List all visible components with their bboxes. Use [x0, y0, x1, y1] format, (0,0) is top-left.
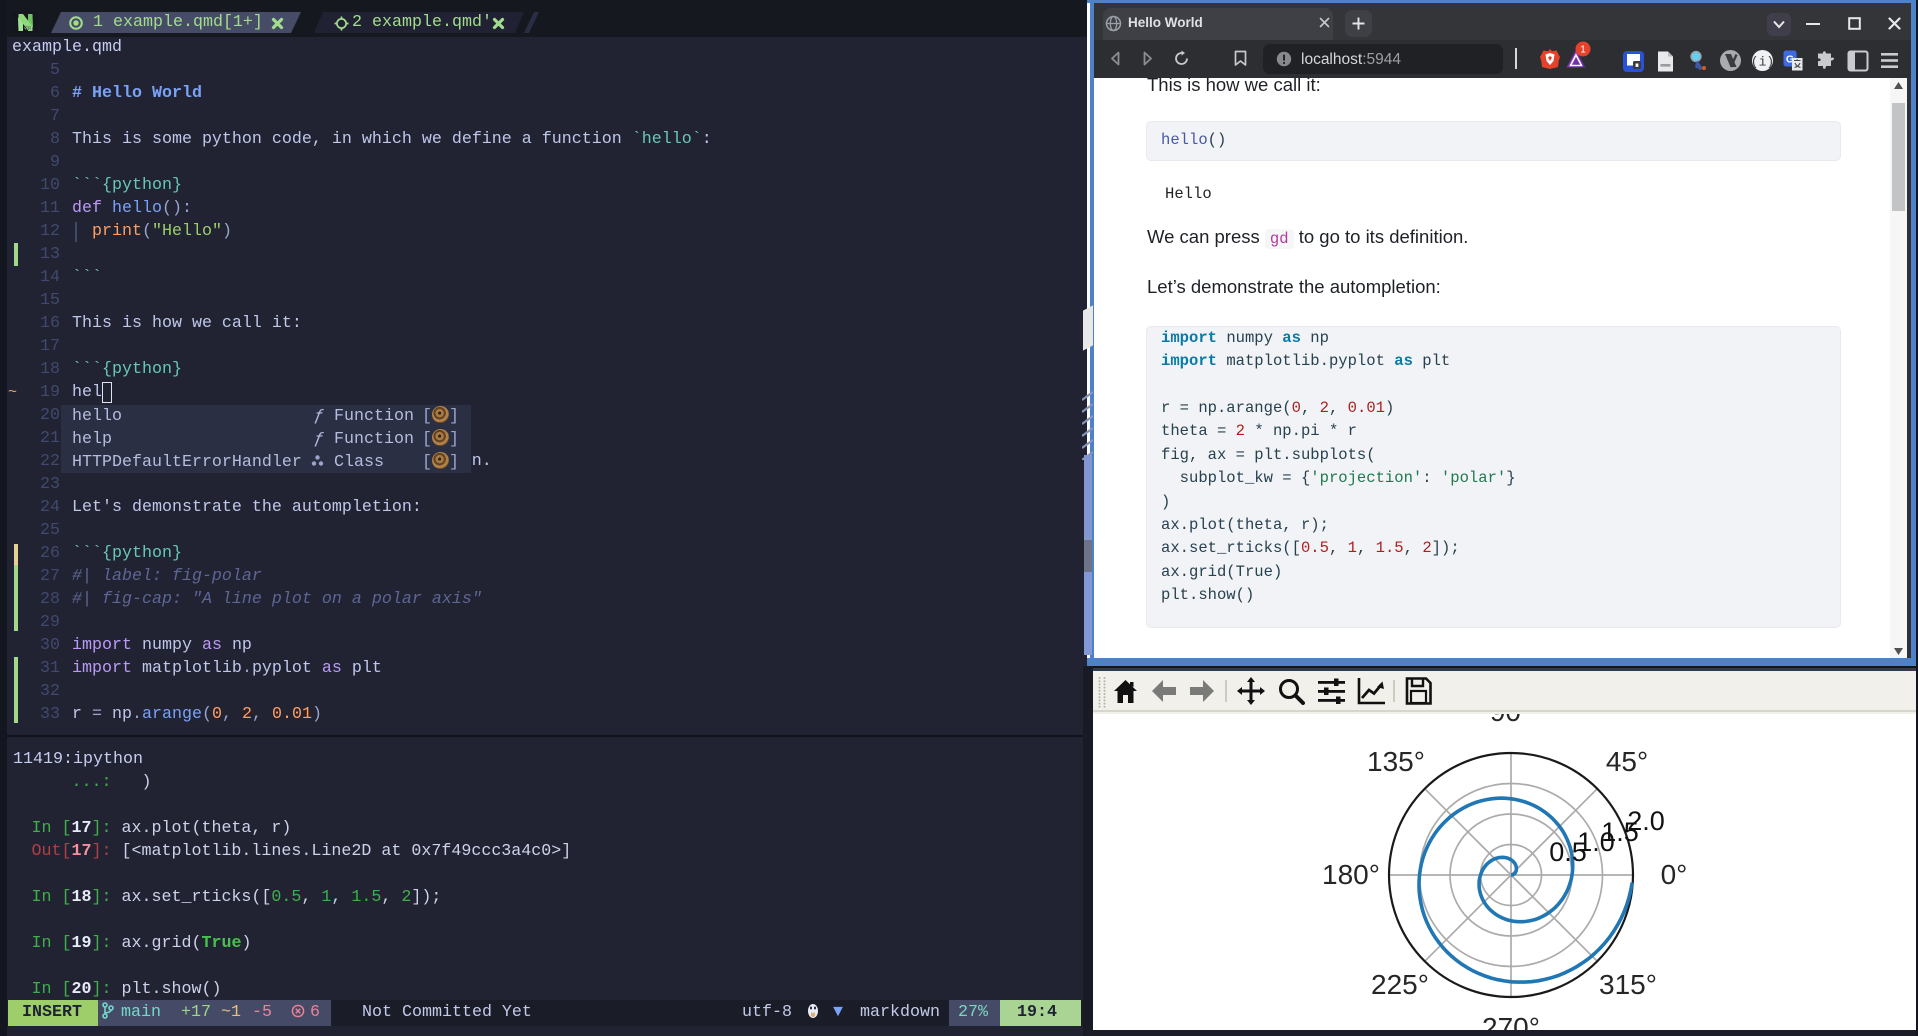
- svg-text:vim: vim: [24, 26, 31, 31]
- svg-text:(i): (i): [1751, 55, 1774, 70]
- svg-text:1: 1: [1580, 45, 1586, 56]
